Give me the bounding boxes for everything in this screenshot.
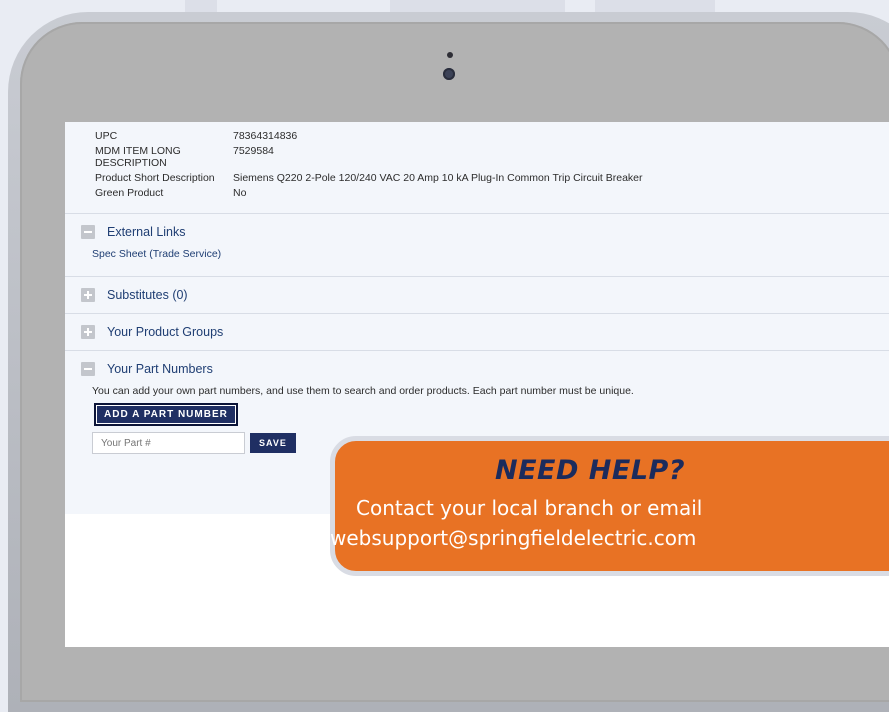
expand-icon[interactable] <box>81 288 95 302</box>
part-numbers-help-text: You can add your own part numbers, and u… <box>92 385 634 397</box>
section-title: External Links <box>107 225 186 239</box>
attribute-row-green-product: Green Product No <box>65 187 889 199</box>
help-banner-contact-text: Contact your local branch or email <box>356 496 703 520</box>
attribute-label: UPC <box>95 130 118 142</box>
section-external-links-header[interactable]: External Links <box>65 214 889 250</box>
section-title: Your Product Groups <box>107 325 224 339</box>
attribute-row-short-description: Product Short Description Siemens Q220 2… <box>65 172 889 184</box>
attribute-label: Product Short Description <box>95 172 215 184</box>
collapse-icon[interactable] <box>81 225 95 239</box>
part-number-input[interactable] <box>92 432 245 454</box>
tablet-sensor-icon <box>447 52 453 58</box>
section-title: Substitutes (0) <box>107 288 188 302</box>
section-part-numbers-header[interactable]: Your Part Numbers <box>65 351 889 387</box>
attribute-row-mdm: MDM ITEM LONG DESCRIPTION 7529584 <box>65 145 889 169</box>
help-banner-email[interactable]: websupport@springfieldelectric.com <box>305 526 889 550</box>
help-banner: NEED HELP? Contact your local branch or … <box>330 436 889 576</box>
spec-sheet-link[interactable]: Spec Sheet (Trade Service) <box>65 248 889 260</box>
help-banner-title: NEED HELP? <box>495 455 685 486</box>
attribute-label: Green Product <box>95 187 164 199</box>
expand-icon[interactable] <box>81 325 95 339</box>
attribute-value: Siemens Q220 2-Pole 120/240 VAC 20 Amp 1… <box>233 172 643 184</box>
section-substitutes-header[interactable]: Substitutes (0) <box>65 277 889 313</box>
attribute-value: 7529584 <box>233 145 274 157</box>
product-attributes: UPC 78364314836 MDM ITEM LONG DESCRIPTIO… <box>65 122 889 199</box>
section-product-groups-header[interactable]: Your Product Groups <box>65 314 889 350</box>
section-title: Your Part Numbers <box>107 362 213 376</box>
attribute-label: MDM ITEM LONG DESCRIPTION <box>95 145 181 169</box>
attribute-value: 78364314836 <box>233 130 298 142</box>
save-button[interactable]: SAVE <box>250 433 296 453</box>
collapse-icon[interactable] <box>81 362 95 376</box>
attribute-row-upc: UPC 78364314836 <box>65 130 889 142</box>
attribute-value: No <box>233 187 247 199</box>
add-part-number-button[interactable]: ADD A PART NUMBER <box>94 403 238 426</box>
tablet-camera-icon <box>443 68 455 80</box>
